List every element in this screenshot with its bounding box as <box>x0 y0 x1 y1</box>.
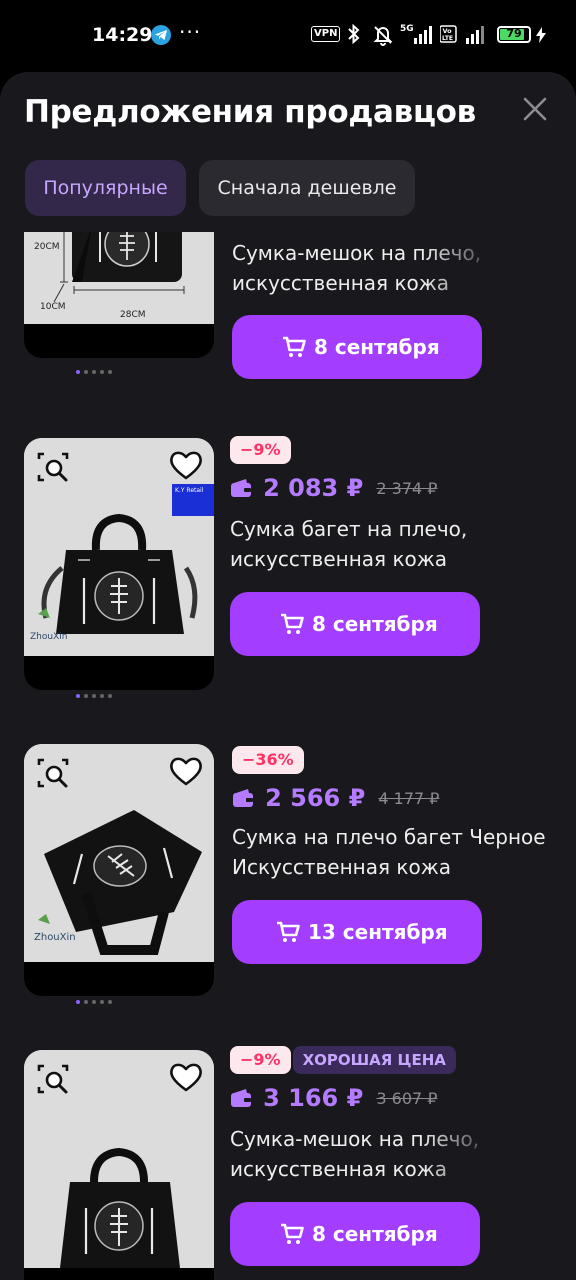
battery-percent: 79 <box>506 27 522 40</box>
image-search-button[interactable] <box>36 756 70 790</box>
vpn-badge: VPN <box>311 26 341 42</box>
offer-badges: −9% ХОРОШАЯ ЦЕНА <box>230 1046 456 1074</box>
offer-badges: −36% <box>232 746 304 774</box>
delivery-date: 8 сентября <box>314 335 440 359</box>
discount-badge: −9% <box>230 1046 291 1074</box>
svg-text:LTE: LTE <box>442 35 453 42</box>
offer-badges: −9% <box>230 436 291 464</box>
pager-dot <box>76 1000 80 1004</box>
pager-dot <box>84 1000 88 1004</box>
image-search-icon <box>37 452 69 482</box>
cart-icon <box>283 336 306 357</box>
old-price: 3 607 ₽ <box>376 1088 438 1108</box>
tab-cheapest-first[interactable]: Сначала дешевле <box>199 160 415 216</box>
old-price: 4 177 ₽ <box>378 788 440 808</box>
offer-title[interactable]: Сумка-мешок на плечо, искусственная кожа <box>232 238 552 298</box>
pager-dot <box>84 370 88 374</box>
more-notifications-icon: ··· <box>179 20 202 44</box>
good-price-badge: ХОРОШАЯ ЦЕНА <box>292 1046 456 1074</box>
product-image[interactable] <box>24 1050 214 1280</box>
status-time: 14:29 <box>92 24 153 46</box>
pager-dot <box>92 1000 96 1004</box>
price-row: 2 566 ₽ 4 177 ₽ <box>232 784 439 816</box>
product-image[interactable]: ZhouXin <box>24 744 214 996</box>
favorite-button[interactable] <box>168 448 204 482</box>
pager-dot <box>100 370 104 374</box>
pager-dot <box>76 370 80 374</box>
depth-label: 10CM <box>40 302 66 312</box>
signal-icon: 5G <box>400 22 436 50</box>
store-tag: K.Y Retail <box>175 487 204 494</box>
product-image[interactable]: K.Y Retail ZhouXin <box>24 438 214 690</box>
telegram-icon <box>151 25 171 45</box>
image-search-icon <box>37 1064 69 1094</box>
bluetooth-icon <box>346 23 362 48</box>
pager-dot <box>92 370 96 374</box>
offer-list[interactable]: 20CM 10CM 28CM Сумка-мешок на плечо, иск… <box>0 232 576 1280</box>
image-search-button[interactable] <box>36 1062 70 1096</box>
current-price: 2 083 ₽ <box>263 474 364 502</box>
delivery-date: 8 сентября <box>312 612 438 636</box>
offer-title[interactable]: Сумка-мешок на плечо, искусственная кожа <box>230 1124 550 1184</box>
svg-text:Vo: Vo <box>443 27 453 35</box>
image-pager-dots <box>76 694 116 700</box>
heart-icon <box>170 757 202 786</box>
discount-badge: −36% <box>232 746 304 774</box>
current-price: 3 166 ₽ <box>263 1084 364 1112</box>
cart-icon <box>281 1223 304 1244</box>
heart-icon <box>170 451 202 480</box>
old-price: 2 374 ₽ <box>376 478 438 498</box>
close-icon <box>523 97 547 121</box>
add-to-cart-button[interactable]: 8 сентября <box>232 315 482 379</box>
delivery-date: 8 сентября <box>312 1222 438 1246</box>
wallet-icon <box>233 789 253 807</box>
add-to-cart-button[interactable]: 8 сентября <box>230 592 480 656</box>
svg-text:5G: 5G <box>400 24 414 34</box>
sheet-title: Предложения продавцов <box>24 94 476 130</box>
pager-dot <box>76 694 80 698</box>
cart-icon <box>277 921 300 942</box>
price-row: 2 083 ₽ 2 374 ₽ <box>230 474 437 506</box>
image-pager-dots <box>76 1000 116 1006</box>
product-photo: 20CM 10CM 28CM <box>24 232 214 324</box>
pager-dot <box>100 1000 104 1004</box>
offer-title[interactable]: Сумка багет на плечо, искусственная кожа <box>230 514 550 574</box>
add-to-cart-button[interactable]: 8 сентября <box>230 1202 480 1266</box>
charging-icon <box>536 27 546 47</box>
image-search-icon <box>37 758 69 788</box>
wallet-icon <box>231 479 251 497</box>
favorite-button[interactable] <box>168 1060 204 1094</box>
favorite-button[interactable] <box>168 754 204 788</box>
heart-icon <box>170 1063 202 1092</box>
discount-badge: −9% <box>230 436 291 464</box>
pager-dot <box>108 694 112 698</box>
cart-icon <box>281 613 304 634</box>
wallet-icon <box>231 1089 251 1107</box>
current-price: 2 566 ₽ <box>265 784 366 812</box>
pager-dot <box>92 694 96 698</box>
width-label: 28CM <box>120 310 146 320</box>
brand-watermark: ZhouXin <box>30 632 68 642</box>
close-button[interactable] <box>520 94 550 124</box>
seller-offers-sheet: Предложения продавцов Популярные Сначала… <box>0 72 576 1280</box>
price-row: 3 166 ₽ 3 607 ₽ <box>230 1084 437 1116</box>
add-to-cart-button[interactable]: 13 сентября <box>232 900 482 964</box>
delivery-date: 13 сентября <box>308 920 448 944</box>
bell-off-icon <box>372 24 394 50</box>
image-search-button[interactable] <box>36 450 70 484</box>
battery-indicator: 79 <box>497 26 531 43</box>
status-bar: 14:29 ··· VPN 5G Vo LTE 79 <box>0 0 576 62</box>
pager-dot <box>108 370 112 374</box>
pager-dot <box>84 694 88 698</box>
volte-signal-icon: Vo LTE <box>439 22 490 50</box>
tab-popular[interactable]: Популярные <box>25 160 186 216</box>
pager-dot <box>100 694 104 698</box>
pager-dot <box>108 1000 112 1004</box>
image-pager-dots <box>76 370 116 376</box>
height-label: 20CM <box>34 242 60 252</box>
offer-title[interactable]: Сумка на плечо багет Черное Искусственна… <box>232 822 552 882</box>
brand-watermark: ZhouXin <box>34 932 76 943</box>
product-image[interactable]: 20CM 10CM 28CM <box>24 232 214 358</box>
